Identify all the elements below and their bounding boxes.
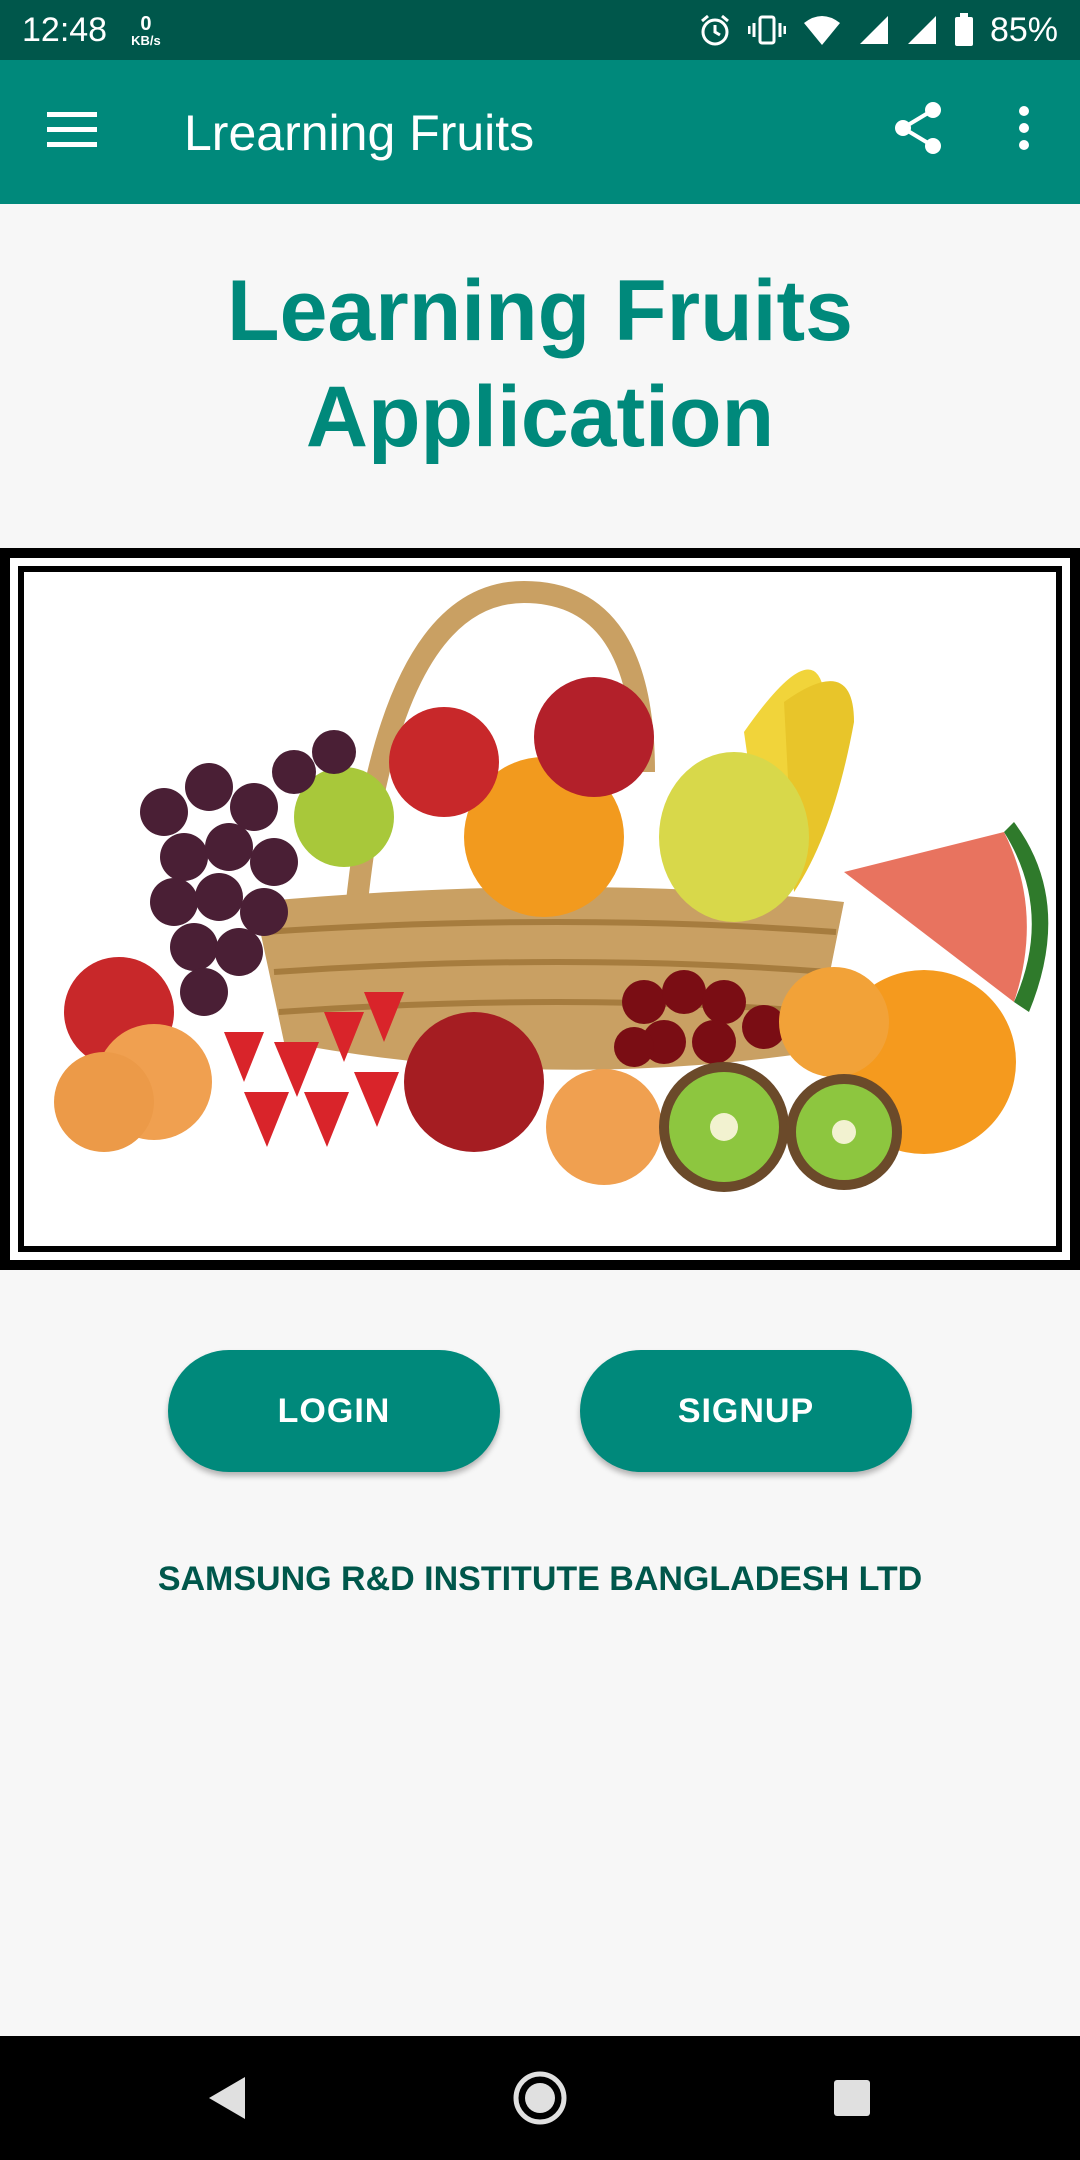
image-frame (0, 548, 1080, 1270)
navigation-bar (0, 2036, 1080, 2160)
fruit-basket-image (24, 572, 1056, 1246)
signal-icon (858, 14, 890, 46)
net-speed-unit: KB/s (131, 32, 161, 48)
battery-percent: 85% (989, 10, 1058, 49)
menu-icon (47, 111, 97, 153)
nav-recents-button[interactable] (812, 2060, 892, 2140)
nav-home-button[interactable] (500, 2060, 580, 2140)
nav-back-button[interactable] (186, 2060, 266, 2140)
signal-icon (906, 14, 938, 46)
more-vert-icon (1018, 105, 1030, 155)
status-left: 12:48 0 KB/s (22, 11, 161, 50)
page-headline: Learning Fruits Application (0, 258, 1080, 470)
back-icon (205, 2075, 247, 2126)
menu-button[interactable] (40, 106, 104, 158)
status-bar: 12:48 0 KB/s 85% (0, 0, 1080, 60)
share-button[interactable] (886, 98, 950, 162)
status-right: 85% (698, 11, 1058, 50)
headline-line-2: Application (305, 369, 775, 465)
net-speed: 0 KB/s (131, 14, 161, 47)
net-speed-value: 0 (140, 12, 152, 35)
app-bar: Lrearning Fruits (0, 60, 1080, 204)
company-name: SAMSUNG R&D INSTITUTE BANGLADESH LTD (157, 1560, 923, 1598)
alarm-icon (698, 13, 732, 47)
recents-icon (832, 2078, 872, 2123)
headline-line-1: Learning Fruits (227, 263, 853, 359)
login-button[interactable]: LOGIN (168, 1350, 500, 1472)
wifi-icon (802, 13, 842, 47)
app-title: Lrearning Fruits (184, 105, 535, 161)
share-icon (893, 101, 943, 160)
more-options-button[interactable] (1000, 98, 1048, 162)
signup-button[interactable]: SIGNUP (580, 1350, 912, 1472)
home-icon (511, 2069, 569, 2132)
vibrate-icon (747, 13, 786, 47)
battery-icon (954, 13, 974, 47)
status-time: 12:48 (22, 10, 108, 49)
